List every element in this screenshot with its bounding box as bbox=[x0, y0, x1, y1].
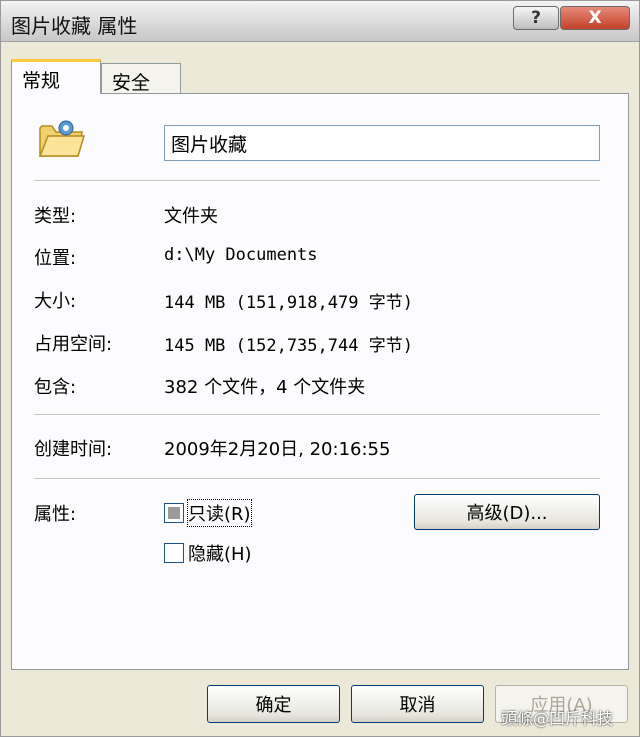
created-value: 2009年2月20日, 20:16:55 bbox=[164, 439, 391, 460]
close-button[interactable]: X bbox=[560, 6, 630, 30]
hidden-checkbox-box[interactable] bbox=[164, 543, 184, 563]
divider bbox=[34, 180, 600, 182]
folder-name-field[interactable]: 图片收藏 bbox=[164, 125, 600, 161]
advanced-button[interactable]: 高级(D)... bbox=[414, 494, 600, 530]
divider bbox=[34, 478, 600, 480]
tab-general[interactable]: 常规 bbox=[11, 59, 101, 94]
hidden-checkbox-label: 隐藏(H) bbox=[188, 544, 252, 565]
readonly-checkbox-box[interactable] bbox=[164, 503, 184, 523]
size-label: 大小: bbox=[34, 291, 77, 312]
title-bar[interactable]: 图片收藏 属性 ? X bbox=[1, 1, 639, 42]
attributes-label: 属性: bbox=[34, 504, 77, 525]
general-panel: 图片收藏 类型: 文件夹 位置: d:\My Documents 大小: 144… bbox=[11, 93, 629, 670]
properties-dialog: 图片收藏 属性 ? X 常规 安全 图片收藏 类型: 文件夹 位置: d:\My… bbox=[0, 0, 640, 737]
ok-button[interactable]: 确定 bbox=[207, 685, 340, 723]
size-on-disk-label: 占用空间: bbox=[34, 334, 113, 355]
tab-security[interactable]: 安全 bbox=[101, 63, 181, 94]
location-value: d:\My Documents bbox=[164, 245, 318, 265]
readonly-checkbox-label: 只读(R) bbox=[187, 499, 252, 527]
watermark: 頭條@凹斤科技 bbox=[501, 709, 614, 728]
contains-label: 包含: bbox=[34, 377, 77, 398]
created-label: 创建时间: bbox=[34, 439, 113, 460]
folder-icon bbox=[38, 120, 86, 157]
type-value: 文件夹 bbox=[164, 206, 218, 227]
size-on-disk-value: 145 MB (152,735,744 字节) bbox=[164, 336, 413, 356]
contains-value: 382 个文件，4 个文件夹 bbox=[164, 377, 366, 398]
cancel-button[interactable]: 取消 bbox=[351, 685, 484, 723]
window-title: 图片收藏 属性 bbox=[11, 14, 138, 38]
readonly-checkbox[interactable]: 只读(R) bbox=[164, 499, 252, 527]
help-button[interactable]: ? bbox=[513, 6, 559, 30]
divider bbox=[34, 414, 600, 416]
type-label: 类型: bbox=[34, 206, 77, 227]
size-value: 144 MB (151,918,479 字节) bbox=[164, 293, 413, 313]
hidden-checkbox[interactable]: 隐藏(H) bbox=[164, 540, 252, 566]
location-label: 位置: bbox=[34, 248, 77, 269]
